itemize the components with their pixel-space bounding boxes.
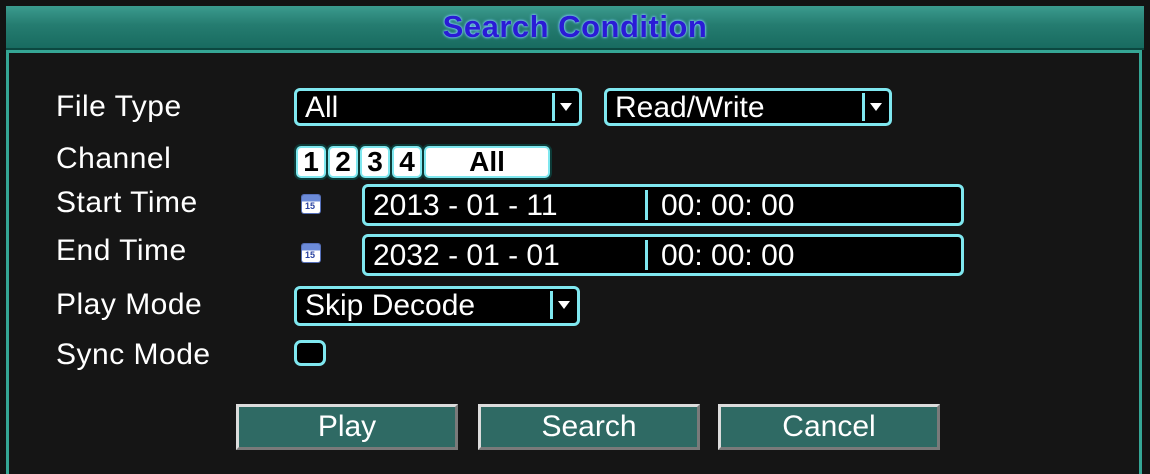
file-type-value: All [305,91,339,124]
channel-2-toggle[interactable]: 2 [328,146,358,178]
search-condition-dialog: Search Condition File Type All Read/Writ… [0,0,1150,474]
access-select[interactable]: Read/Write [604,88,892,126]
file-type-label: File Type [56,90,182,123]
end-time-field[interactable]: 2032 - 01 - 01 00: 00: 00 [362,234,964,276]
play-mode-label: Play Mode [56,288,203,321]
start-time-field[interactable]: 2013 - 01 - 11 00: 00: 00 [362,184,964,226]
chevron-down-icon[interactable] [862,93,889,121]
dialog-title: Search Condition [442,9,708,44]
channel-3-toggle[interactable]: 3 [360,146,390,178]
calendar-icon[interactable] [302,195,320,213]
sync-mode-checkbox[interactable] [294,340,326,366]
separator [645,190,648,220]
calendar-icon[interactable] [302,244,320,262]
end-time-label: End Time [56,234,187,267]
channel-label: Channel [56,142,172,175]
end-time-value[interactable]: 00: 00: 00 [661,239,794,273]
start-time-label: Start Time [56,186,198,219]
channel-all-toggle[interactable]: All [424,146,550,178]
end-date-value[interactable]: 2032 - 01 - 01 [373,239,560,273]
separator [645,240,648,270]
sync-mode-label: Sync Mode [56,338,211,371]
channel-1-toggle[interactable]: 1 [296,146,326,178]
title-bar: Search Condition [6,6,1144,50]
play-button[interactable]: Play [236,404,458,450]
play-mode-select[interactable]: Skip Decode [294,286,580,326]
chevron-down-icon[interactable] [550,291,577,319]
search-button[interactable]: Search [478,404,700,450]
play-mode-value: Skip Decode [305,289,476,322]
start-time-value[interactable]: 00: 00: 00 [661,189,794,223]
start-date-value[interactable]: 2013 - 01 - 11 [373,189,558,223]
chevron-down-icon[interactable] [552,93,579,121]
access-value: Read/Write [615,91,765,124]
channel-4-toggle[interactable]: 4 [392,146,422,178]
cancel-button[interactable]: Cancel [718,404,940,450]
file-type-select[interactable]: All [294,88,582,126]
